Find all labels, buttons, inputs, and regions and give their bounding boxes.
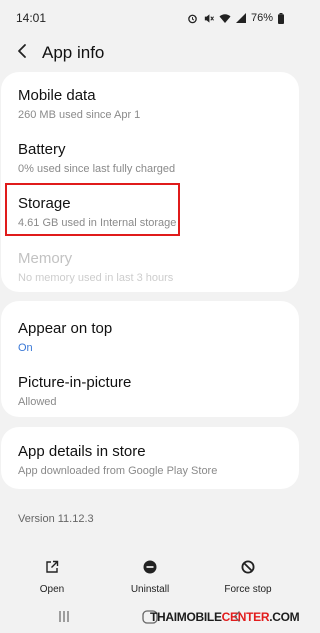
wifi-icon	[219, 13, 231, 24]
open-button[interactable]: Open	[12, 552, 92, 600]
back-button[interactable]	[2, 36, 42, 70]
usage-card: Mobile data 260 MB used since Apr 1 Batt…	[1, 72, 299, 292]
storage-title: Storage	[18, 195, 71, 212]
app-header: App info	[0, 36, 300, 70]
mobile-data-item[interactable]: Mobile data 260 MB used since Apr 1	[18, 86, 289, 122]
signal-icon	[235, 13, 246, 23]
store-card: App details in store App downloaded from…	[1, 427, 299, 489]
status-time: 14:01	[16, 11, 47, 25]
alarm-icon	[187, 13, 198, 24]
appear-on-top-item[interactable]: Appear on top On	[18, 319, 289, 355]
mobile-data-title: Mobile data	[18, 87, 96, 104]
open-external-icon	[45, 558, 59, 576]
appear-on-top-title: Appear on top	[18, 320, 113, 337]
battery-percent: 76%	[250, 12, 273, 24]
force-stop-button[interactable]: Force stop	[208, 552, 288, 600]
memory-subtitle: No memory used in last 3 hours	[18, 272, 174, 284]
version-text: Version 11.12.3	[18, 513, 94, 525]
app-details-title: App details in store	[18, 443, 146, 460]
page-title: App info	[42, 43, 105, 62]
storage-subtitle: 4.61 GB used in Internal storage	[18, 217, 177, 229]
app-details-in-store-item[interactable]: App details in store App downloaded from…	[18, 442, 289, 478]
uninstall-icon	[143, 558, 157, 576]
force-stop-label: Force stop	[224, 584, 272, 595]
picture-in-picture-title: Picture-in-picture	[18, 374, 132, 391]
watermark-logo: THAIMOBILECENTER.COM	[150, 610, 300, 624]
bottom-action-bar: Open Uninstall Force stop	[0, 552, 300, 600]
picture-in-picture-item[interactable]: Picture-in-picture Allowed	[18, 373, 289, 409]
appear-on-top-status: On	[18, 342, 33, 354]
force-stop-icon	[241, 558, 255, 576]
status-bar: 14:01 76%	[0, 0, 300, 36]
memory-item: Memory No memory used in last 3 hours	[18, 249, 289, 285]
chevron-left-icon	[16, 43, 28, 64]
uninstall-label: Uninstall	[130, 584, 170, 595]
memory-title: Memory	[18, 250, 73, 267]
recent-apps-button[interactable]	[58, 610, 70, 628]
app-details-subtitle: App downloaded from Google Play Store	[18, 465, 218, 477]
battery-icon	[278, 12, 284, 24]
battery-title: Battery	[18, 141, 66, 158]
open-label: Open	[39, 584, 65, 595]
mute-icon	[203, 13, 214, 24]
uninstall-button[interactable]: Uninstall	[110, 552, 190, 600]
permissions-card: Appear on top On Picture-in-picture Allo…	[1, 301, 299, 417]
battery-subtitle: 0% used since last fully charged	[18, 163, 176, 175]
picture-in-picture-status: Allowed	[18, 396, 57, 408]
mobile-data-subtitle: 260 MB used since Apr 1	[18, 109, 141, 121]
battery-item[interactable]: Battery 0% used since last fully charged	[18, 140, 289, 176]
status-icons: 76%	[187, 12, 284, 24]
storage-item[interactable]: Storage 4.61 GB used in Internal storage	[18, 194, 289, 230]
